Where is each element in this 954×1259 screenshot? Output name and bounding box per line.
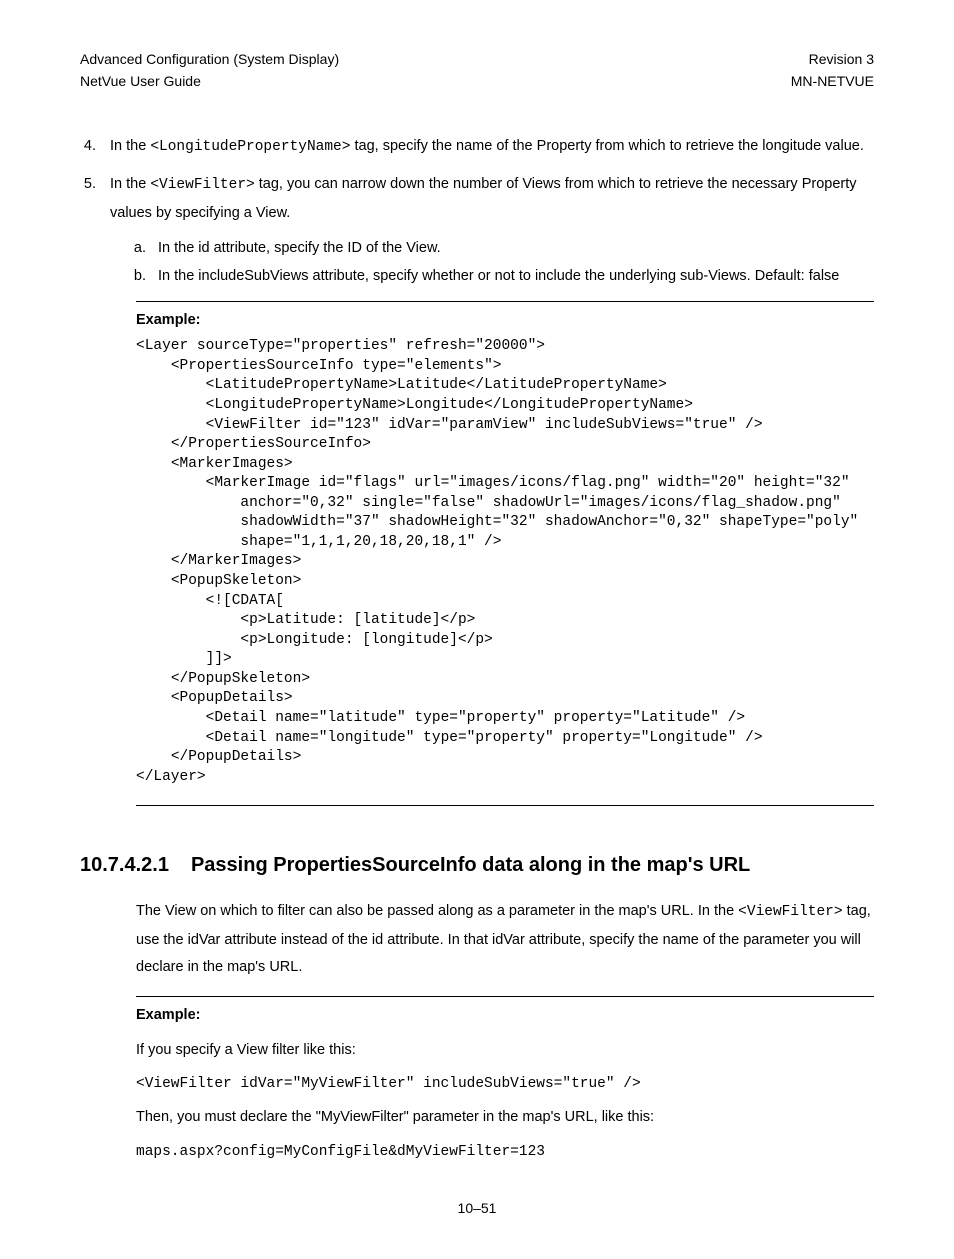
text: In the xyxy=(110,138,150,154)
header-left-2: NetVue User Guide xyxy=(80,70,339,92)
example-then: Then, you must declare the "MyViewFilter… xyxy=(136,1104,874,1132)
sub-item-b: In the includeSubViews attribute, specif… xyxy=(150,263,874,291)
instruction-list: In the <LongitudePropertyName> tag, spec… xyxy=(100,133,874,291)
section-heading: 10.7.4.2.1 Passing PropertiesSourceInfo … xyxy=(80,850,874,880)
section-title: Passing PropertiesSourceInfo data along … xyxy=(191,850,750,880)
sub-item-a: In the id attribute, specify the ID of t… xyxy=(150,235,874,263)
instruction-item-4: In the <LongitudePropertyName> tag, spec… xyxy=(100,133,874,162)
section-number: 10.7.4.2.1 xyxy=(80,850,169,880)
code-line: <ViewFilter idVar="MyViewFilter" include… xyxy=(136,1074,874,1094)
inline-code: <LongitudePropertyName> xyxy=(150,139,350,155)
text: In the xyxy=(110,176,150,192)
inline-code: <ViewFilter> xyxy=(738,904,842,920)
header-right-1: Revision 3 xyxy=(791,48,874,70)
instruction-item-5: In the <ViewFilter> tag, you can narrow … xyxy=(100,171,874,290)
page-number: 10–51 xyxy=(80,1198,874,1219)
example-block-2: Example: xyxy=(136,996,874,1027)
example-label: Example: xyxy=(136,1005,874,1027)
inline-code: <ViewFilter> xyxy=(150,177,254,193)
code-block: <Layer sourceType="properties" refresh="… xyxy=(136,337,874,787)
example-block-1: Example: <Layer sourceType="properties" … xyxy=(136,301,874,807)
text: The View on which to filter can also be … xyxy=(136,903,738,919)
header-right-2: MN-NETVUE xyxy=(791,70,874,92)
header-left-1: Advanced Configuration (System Display) xyxy=(80,48,339,70)
page-header: Advanced Configuration (System Display) … xyxy=(80,48,874,93)
sub-list: In the id attribute, specify the ID of t… xyxy=(150,235,874,290)
example-intro: If you specify a View filter like this: xyxy=(136,1037,874,1065)
text: tag, specify the name of the Property fr… xyxy=(350,138,863,154)
paragraph: The View on which to filter can also be … xyxy=(136,898,874,982)
code-line: maps.aspx?config=MyConfigFile&dMyViewFil… xyxy=(136,1142,874,1162)
example-label: Example: xyxy=(136,310,874,332)
